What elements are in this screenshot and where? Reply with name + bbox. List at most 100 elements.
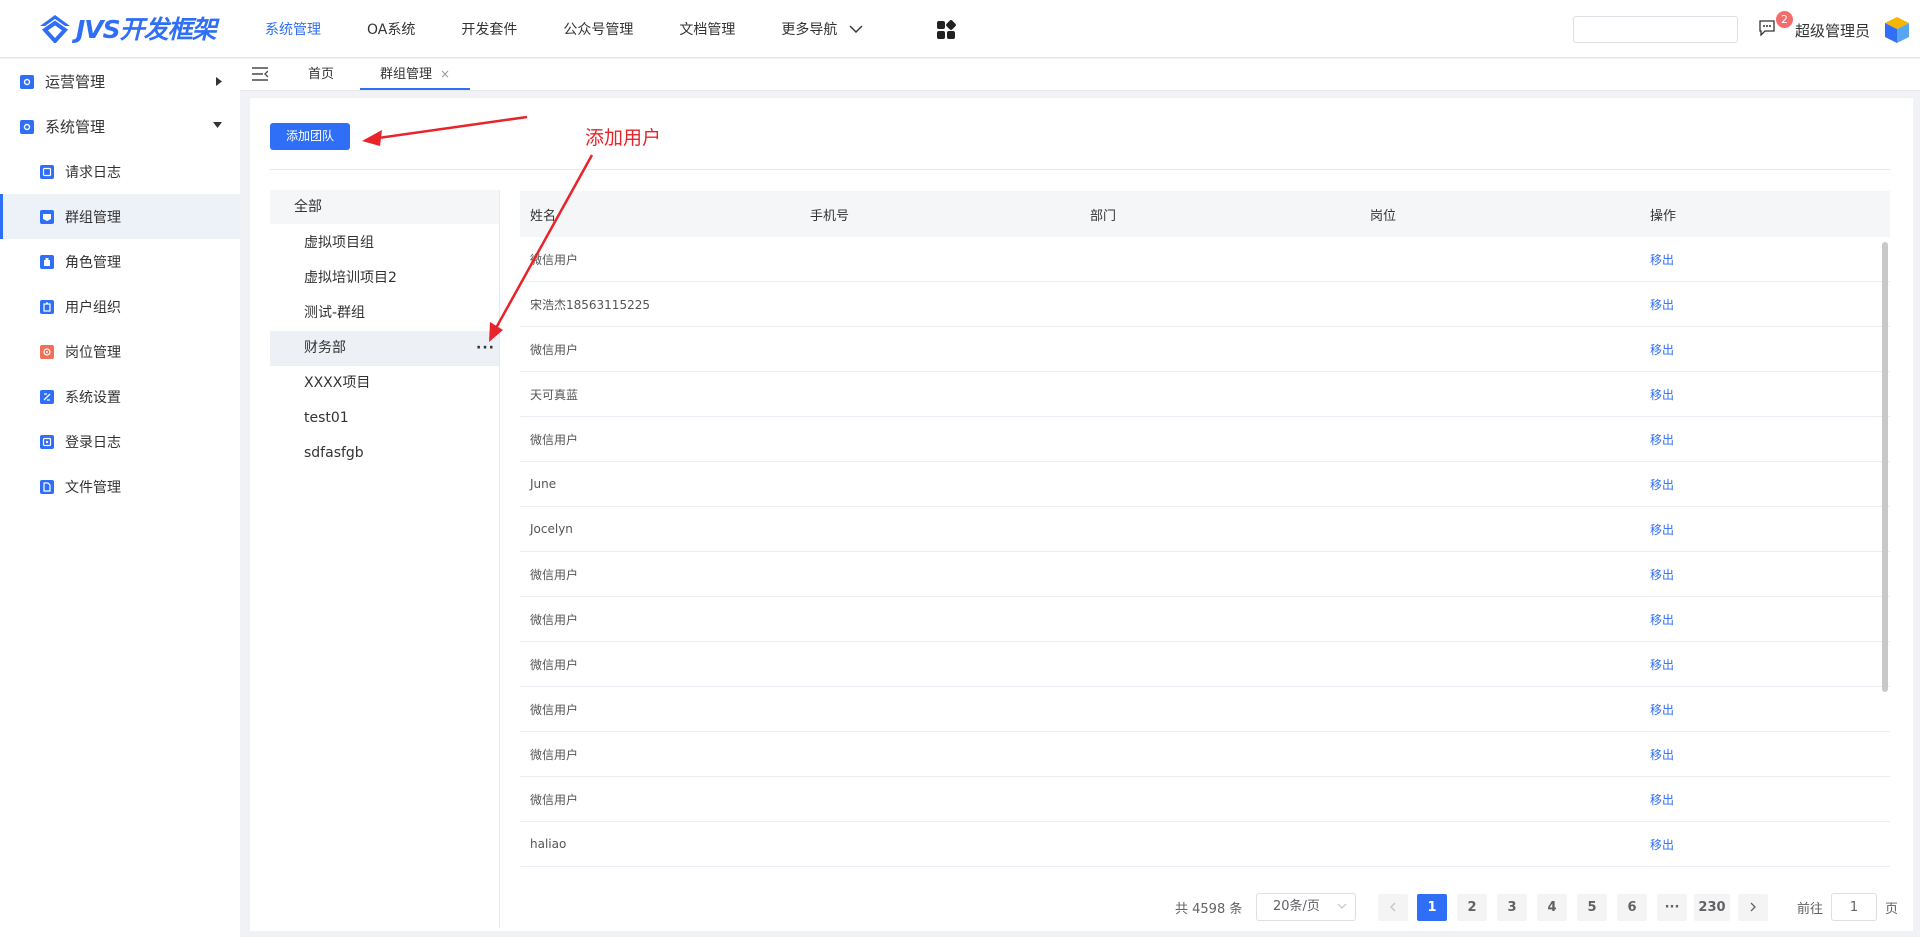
sidebar-item-label: 请求日志 — [65, 164, 121, 181]
topnav-doc-management[interactable]: 文档管理 — [679, 19, 735, 39]
table-row: Jocelyn 移出 — [520, 507, 1890, 552]
sidebar-item-post-management[interactable]: 岗位管理 — [0, 329, 240, 374]
tree-node[interactable]: XXXX项目 — [270, 366, 499, 401]
prev-page-button[interactable] — [1378, 894, 1408, 921]
cell-name: 微信用户 — [530, 657, 579, 672]
next-page-button[interactable] — [1738, 894, 1768, 921]
logo-text: JVS开发框架 — [76, 15, 217, 44]
cell-name: 天可真蓝 — [530, 387, 579, 402]
page-button-5[interactable]: 5 — [1577, 894, 1607, 921]
cell-name: haliao — [530, 837, 567, 851]
topnav-more-nav[interactable]: 更多导航 — [781, 19, 863, 39]
add-team-button[interactable]: 添加团队 — [270, 123, 350, 150]
message-icon[interactable] — [1758, 20, 1776, 36]
sidebar-group-label: 运营管理 — [45, 73, 106, 91]
cell-action: 移出 — [1640, 386, 1880, 403]
remove-member-link[interactable]: 移出 — [1650, 748, 1674, 762]
cell-action: 移出 — [1640, 701, 1880, 718]
page-jumper: 前往 页 — [1797, 893, 1898, 921]
table-row: June 移出 — [520, 462, 1890, 507]
remove-member-link[interactable]: 移出 — [1650, 568, 1674, 582]
file-icon — [40, 479, 54, 494]
user-name[interactable]: 超级管理员 — [1795, 20, 1870, 41]
sidebar-item-file-management[interactable]: 文件管理 — [0, 464, 240, 509]
remove-member-link[interactable]: 移出 — [1650, 793, 1674, 807]
page-ellipsis-button[interactable]: ··· — [1657, 894, 1687, 921]
goto-prefix: 前往 — [1797, 901, 1824, 917]
sidebar-item-user-org[interactable]: 用户组织 — [0, 284, 240, 329]
sidebar-item-group-management[interactable]: 群组管理 — [0, 194, 240, 239]
annotation-label: 添加用户 — [585, 127, 662, 149]
remove-member-link[interactable]: 移出 — [1650, 298, 1674, 312]
remove-member-link[interactable]: 移出 — [1650, 838, 1674, 852]
tree-node[interactable]: sdfasfgb — [270, 436, 499, 471]
topnav-label: 更多导航 — [781, 22, 838, 38]
sidebar-item-request-log[interactable]: 请求日志 — [0, 149, 240, 194]
topnav-oa-system[interactable]: OA系统 — [367, 19, 415, 39]
cell-name: 微信用户 — [530, 342, 579, 357]
table-body: 微信用户 移出 宋浩杰18563115225 移出 微信用户 移出 天可真蓝 移出 微信用户 移出… — [520, 237, 1890, 867]
menu-collapse-icon[interactable] — [252, 67, 268, 81]
group-tree: 全部 虚拟项目组 虚拟培训项目2 测试-群组 财务部 ··· XXXX项目 te… — [270, 190, 500, 928]
logo[interactable]: JVS开发框架 — [38, 8, 217, 48]
remove-member-link[interactable]: 移出 — [1650, 388, 1674, 402]
apps-grid-icon[interactable] — [935, 19, 957, 41]
goto-page-input[interactable] — [1831, 893, 1878, 921]
table-row: 微信用户 移出 — [520, 687, 1890, 732]
more-actions-icon[interactable]: ··· — [476, 331, 495, 366]
page-button-2[interactable]: 2 — [1457, 894, 1487, 921]
sidebar-item-label: 岗位管理 — [65, 344, 121, 361]
table-row: 微信用户 移出 — [520, 417, 1890, 462]
page-button-1[interactable]: 1 — [1417, 894, 1447, 921]
table-scrollbar[interactable] — [1882, 242, 1888, 692]
remove-member-link[interactable]: 移出 — [1650, 253, 1674, 267]
pagination-total: 共 4598 条 — [1175, 901, 1243, 917]
chevron-down-icon — [849, 25, 863, 33]
remove-member-link[interactable]: 移出 — [1650, 658, 1674, 672]
remove-member-link[interactable]: 移出 — [1650, 523, 1674, 537]
header-search-input[interactable] — [1573, 16, 1738, 43]
topnav-system-management[interactable]: 系统管理 — [265, 19, 321, 39]
sidebar-group-system[interactable]: 系统管理 — [0, 104, 240, 149]
message-count-badge: 2 — [1776, 11, 1793, 28]
cell-action: 移出 — [1640, 296, 1880, 313]
cell-name: 微信用户 — [530, 567, 579, 582]
sidebar-item-label: 群组管理 — [65, 209, 121, 226]
sidebar-item-label: 登录日志 — [65, 434, 121, 451]
page-button-4[interactable]: 4 — [1537, 894, 1567, 921]
sidebar-item-role-management[interactable]: 角色管理 — [0, 239, 240, 284]
topnav-label: 公众号管理 — [563, 22, 634, 38]
tree-node[interactable]: 虚拟项目组 — [270, 226, 499, 261]
cell-action: 移出 — [1640, 611, 1880, 628]
page-button-3[interactable]: 3 — [1497, 894, 1527, 921]
tree-node-finance[interactable]: 财务部 ··· — [270, 331, 499, 366]
user-avatar-cube-icon[interactable] — [1884, 16, 1910, 44]
page-button-last[interactable]: 230 — [1694, 894, 1730, 921]
page-size-select[interactable]: 20条/页 — [1256, 893, 1356, 921]
tree-node[interactable]: 虚拟培训项目2 — [270, 261, 499, 296]
tab-group-management[interactable]: 群组管理 × — [360, 59, 470, 90]
gear-icon — [20, 119, 34, 134]
tree-node[interactable]: 测试-群组 — [270, 296, 499, 331]
table-row: 微信用户 移出 — [520, 732, 1890, 777]
tree-node-all[interactable]: 全部 — [270, 190, 499, 224]
sidebar-item-login-log[interactable]: 登录日志 — [0, 419, 240, 464]
remove-member-link[interactable]: 移出 — [1650, 343, 1674, 357]
cell-action: 移出 — [1640, 431, 1880, 448]
topnav-official-account[interactable]: 公众号管理 — [563, 19, 633, 39]
remove-member-link[interactable]: 移出 — [1650, 613, 1674, 627]
main-panel: 添加团队 全部 虚拟项目组 虚拟培训项目2 测试-群组 财务部 ··· XXXX… — [250, 98, 1913, 931]
remove-member-link[interactable]: 移出 — [1650, 478, 1674, 492]
close-icon[interactable]: × — [440, 59, 450, 90]
cell-name: June — [530, 477, 557, 491]
remove-member-link[interactable]: 移出 — [1650, 703, 1674, 717]
chevron-right-icon — [1750, 902, 1756, 912]
sidebar-item-system-settings[interactable]: 系统设置 — [0, 374, 240, 419]
tab-home[interactable]: 首页 — [308, 59, 334, 90]
sidebar-group-operations[interactable]: 运营管理 — [0, 59, 240, 104]
cell-action: 移出 — [1640, 836, 1880, 853]
tree-node[interactable]: test01 — [270, 401, 499, 436]
topnav-dev-kit[interactable]: 开发套件 — [461, 19, 517, 39]
page-button-6[interactable]: 6 — [1617, 894, 1647, 921]
remove-member-link[interactable]: 移出 — [1650, 433, 1674, 447]
